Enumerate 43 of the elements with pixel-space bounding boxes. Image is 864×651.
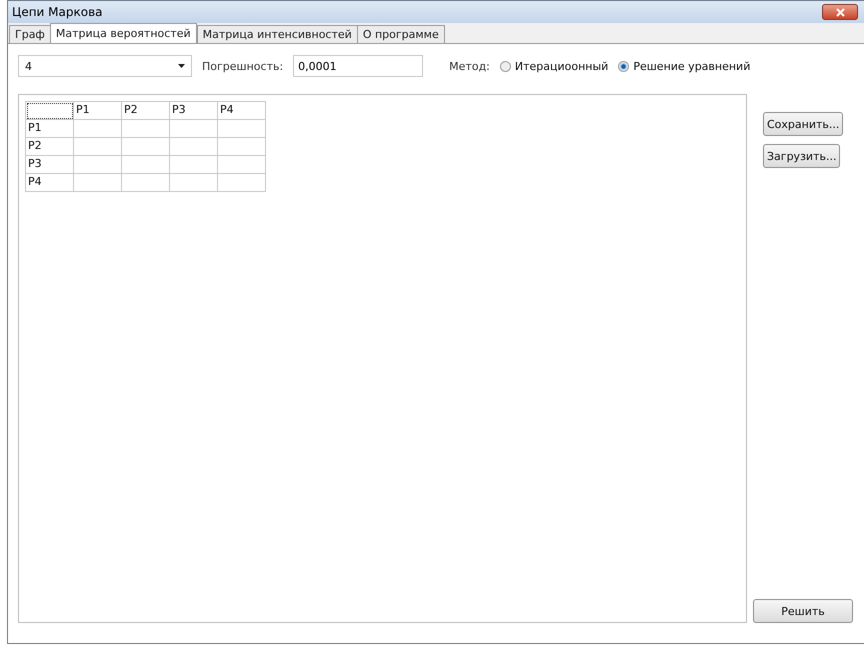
- matrix-cell[interactable]: [122, 156, 170, 174]
- matrix-cell[interactable]: [218, 156, 266, 174]
- matrix-cell[interactable]: [170, 174, 218, 192]
- matrix-cell[interactable]: [218, 138, 266, 156]
- matrix-cell[interactable]: [74, 120, 122, 138]
- column-header: P2: [122, 102, 170, 120]
- matrix-cell[interactable]: [170, 138, 218, 156]
- row-header: P3: [26, 156, 74, 174]
- caret-icon: [178, 64, 185, 68]
- row-header: P1: [26, 120, 74, 138]
- size-dropdown[interactable]: 4: [18, 55, 192, 77]
- radio-button[interactable]: [618, 60, 630, 72]
- radio-label: Решение уравнений: [633, 60, 750, 72]
- row-header: P2: [26, 138, 74, 156]
- tab[interactable]: О программе: [356, 25, 445, 43]
- radio-button[interactable]: [500, 60, 511, 72]
- tab[interactable]: Граф: [9, 25, 51, 43]
- tolerance-field[interactable]: 0,0001: [293, 55, 424, 77]
- matrix-cell[interactable]: [122, 138, 170, 156]
- method-label: Метод:: [449, 60, 490, 72]
- window-title: Цепи Маркова: [12, 5, 102, 19]
- column-header: P3: [170, 102, 218, 120]
- tab[interactable]: Матрица интенсивностей: [196, 25, 358, 43]
- radio-label: Итерациоонный: [514, 60, 608, 72]
- tolerance-label: Погрешность:: [202, 60, 284, 72]
- close-icon: [836, 8, 844, 16]
- matrix-cell[interactable]: [74, 138, 122, 156]
- close-button[interactable]: [822, 4, 858, 20]
- file-button[interactable]: Загрузить...: [763, 144, 840, 168]
- column-header: P1: [74, 102, 122, 120]
- row-header: P4: [26, 174, 74, 192]
- file-button[interactable]: Сохранить...: [763, 112, 844, 136]
- matrix-cell[interactable]: [122, 120, 170, 138]
- solve-button[interactable]: Решить: [753, 599, 853, 623]
- matrix-cell[interactable]: [170, 156, 218, 174]
- matrix-cell[interactable]: [74, 174, 122, 192]
- matrix-cell[interactable]: [74, 156, 122, 174]
- tab[interactable]: Матрица вероятностей: [50, 23, 197, 43]
- matrix-cell[interactable]: [122, 174, 170, 192]
- matrix-cell[interactable]: [218, 174, 266, 192]
- matrix-cell[interactable]: [170, 120, 218, 138]
- column-header: P4: [218, 102, 266, 120]
- matrix-cell[interactable]: [218, 120, 266, 138]
